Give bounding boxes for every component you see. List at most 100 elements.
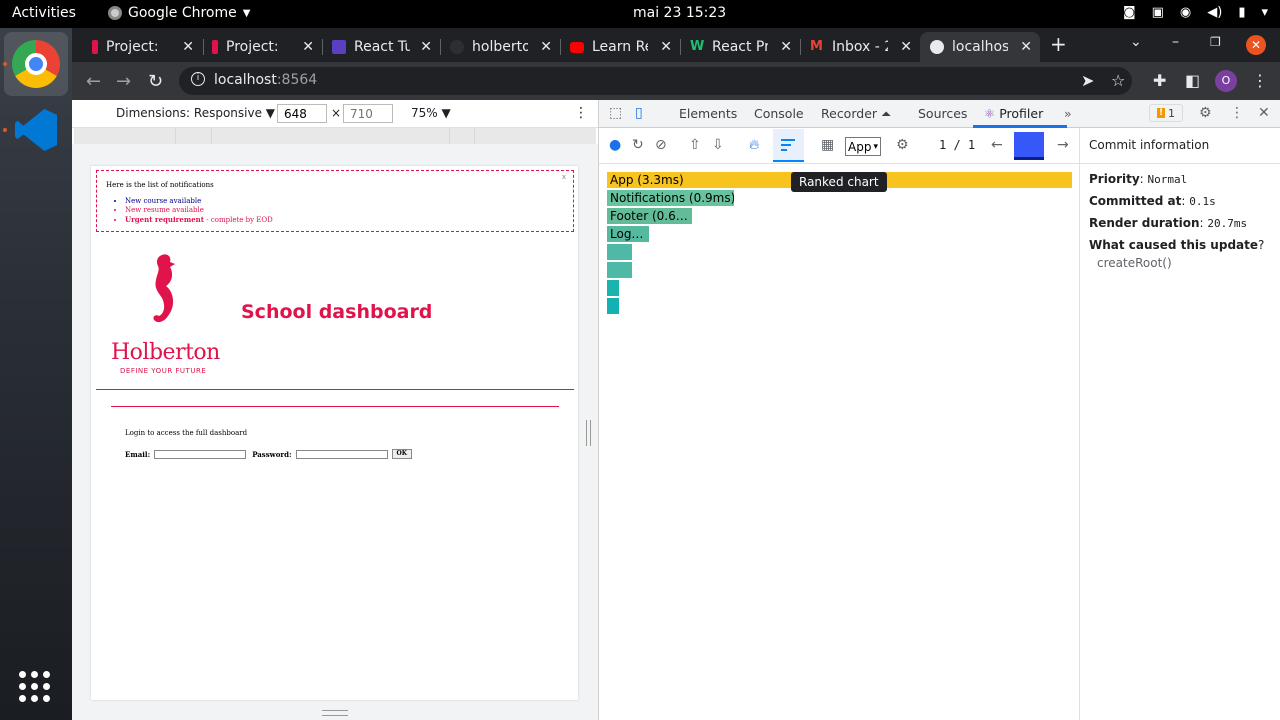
discord-tray-icon[interactable]: ◙: [1123, 5, 1136, 20]
reload-icon[interactable]: ↻: [148, 71, 163, 92]
tab-recorder[interactable]: Recorder ⏶: [821, 106, 891, 122]
ok-button[interactable]: OK: [391, 449, 412, 459]
tooltip: Ranked chart: [791, 172, 887, 192]
clock[interactable]: mai 23 15:23: [633, 5, 726, 21]
resize-handle-bottom[interactable]: [322, 710, 348, 716]
volume-icon[interactable]: ◀): [1207, 5, 1222, 20]
notification-item[interactable]: New resume available: [125, 206, 273, 215]
media-query-bar[interactable]: [74, 128, 596, 144]
commit-bar[interactable]: [1014, 132, 1044, 160]
profiler-settings-icon[interactable]: ⚙: [896, 137, 909, 153]
dimensions-select[interactable]: Dimensions: Responsive ▼: [116, 106, 275, 120]
maximize-icon[interactable]: ❐: [1210, 35, 1221, 49]
notification-item[interactable]: Urgent requirement - complete by EOD: [125, 215, 273, 225]
minimize-icon[interactable]: –: [1172, 34, 1179, 50]
browser-tab[interactable]: Learn Re ✕: [560, 32, 680, 62]
next-commit-icon[interactable]: →: [1057, 137, 1069, 153]
resize-handle-right[interactable]: [586, 420, 591, 446]
browser-tab[interactable]: M Inbox - 2 ✕: [800, 32, 920, 62]
back-icon[interactable]: ←: [86, 71, 101, 92]
record-icon[interactable]: ●: [609, 137, 621, 153]
browser-tab[interactable]: W React Pr ✕: [680, 32, 800, 62]
battery-icon[interactable]: ▮: [1238, 5, 1245, 20]
tab-favicon-icon: [332, 40, 346, 54]
tab-close-icon[interactable]: ✕: [900, 39, 912, 55]
timeline-icon[interactable]: ▦: [821, 137, 834, 153]
flamegraph-icon[interactable]: 🔥︎: [749, 137, 759, 153]
inspect-element-icon[interactable]: ⬚: [609, 105, 622, 121]
browser-tab[interactable]: holberto ✕: [440, 32, 560, 62]
forward-icon[interactable]: →: [116, 71, 131, 92]
chrome-menu-icon[interactable]: ⋮: [1252, 71, 1268, 90]
device-more-icon[interactable]: ⋮: [574, 105, 588, 121]
reload-profile-icon[interactable]: ↻: [632, 137, 644, 153]
tab-close-icon[interactable]: ✕: [1020, 39, 1032, 55]
ranked-bar[interactable]: [607, 262, 632, 278]
email-field[interactable]: [154, 449, 247, 459]
system-tray[interactable]: ◙ ▣ ◉ ◀) ▮ ▾: [1123, 5, 1268, 20]
ranked-bar[interactable]: [607, 280, 619, 296]
running-indicator: [3, 128, 7, 132]
notification-item[interactable]: New course available: [125, 197, 273, 206]
tab-close-icon[interactable]: ✕: [540, 39, 552, 55]
devtools-settings-icon[interactable]: ⚙: [1199, 105, 1212, 121]
tab-sources[interactable]: Sources: [918, 106, 967, 121]
close-notifications-button[interactable]: x: [562, 173, 566, 181]
height-input[interactable]: [343, 104, 393, 123]
side-panel-icon[interactable]: ◧: [1185, 71, 1200, 90]
tab-close-icon[interactable]: ✕: [182, 39, 194, 55]
ranked-bar[interactable]: Log…: [607, 226, 649, 242]
cause-value[interactable]: createRoot(): [1097, 256, 1172, 270]
tab-close-icon[interactable]: ✕: [420, 39, 432, 55]
activities-button[interactable]: Activities: [12, 5, 76, 21]
app-menu[interactable]: Google Chrome ▼: [108, 5, 250, 21]
window-close-icon[interactable]: ✕: [1246, 35, 1266, 55]
power-menu-icon[interactable]: ▾: [1261, 5, 1268, 20]
load-profile-icon[interactable]: ⇧: [689, 137, 701, 153]
clear-icon[interactable]: ⊘: [655, 137, 667, 153]
app-menu-label: Google Chrome: [128, 5, 237, 21]
ranked-chart-button[interactable]: [773, 129, 804, 162]
profile-avatar[interactable]: O: [1215, 70, 1237, 92]
bookmark-star-icon[interactable]: ☆: [1111, 71, 1125, 90]
issues-badge[interactable]: ! 1: [1149, 104, 1183, 122]
wifi-icon[interactable]: ◉: [1180, 5, 1191, 20]
tab-console[interactable]: Console: [754, 106, 804, 121]
tab-close-icon[interactable]: ✕: [302, 39, 314, 55]
zoom-select[interactable]: 75% ▼: [411, 106, 451, 120]
device-toggle-icon[interactable]: ▯: [635, 105, 643, 121]
tab-search-icon[interactable]: ⌄: [1130, 34, 1142, 50]
ranked-bar[interactable]: Notifications (0.9ms): [607, 190, 734, 206]
save-profile-icon[interactable]: ⇩: [712, 137, 724, 153]
browser-tab-active[interactable]: localhos ✕: [920, 32, 1040, 62]
address-bar[interactable]: i localhost:8564 ➤ ☆: [179, 67, 1132, 95]
site-info-icon[interactable]: i: [191, 72, 205, 86]
browser-tab[interactable]: Project: ✕: [82, 32, 202, 62]
tab-close-icon[interactable]: ✕: [660, 39, 672, 55]
show-apps-icon[interactable]: [19, 671, 50, 702]
devtools-more-icon[interactable]: ⋮: [1230, 105, 1244, 121]
tab-elements[interactable]: Elements: [679, 106, 737, 121]
tab-profiler[interactable]: ⚛ Profiler: [984, 106, 1043, 121]
browser-tab[interactable]: React Tu ✕: [322, 32, 440, 62]
browser-tab[interactable]: Project: ✕: [202, 32, 322, 62]
prev-commit-icon[interactable]: ←: [991, 137, 1003, 153]
send-tab-icon[interactable]: ➤: [1081, 71, 1094, 90]
password-field[interactable]: [295, 449, 388, 459]
body-divider: [111, 406, 559, 407]
devtools-close-icon[interactable]: ✕: [1258, 105, 1270, 121]
more-tabs-icon[interactable]: »: [1064, 106, 1072, 121]
new-tab-icon[interactable]: +: [1050, 32, 1067, 56]
dock-chrome[interactable]: [4, 32, 68, 96]
ranked-bar[interactable]: [607, 244, 632, 260]
dock-vscode[interactable]: [4, 98, 68, 162]
extensions-icon[interactable]: ✚: [1153, 71, 1166, 90]
youtube-icon: [570, 41, 584, 53]
tab-close-icon[interactable]: ✕: [780, 39, 792, 55]
ranked-bar[interactable]: Footer (0.6…: [607, 208, 692, 224]
ranked-bar[interactable]: [607, 298, 619, 314]
screen-tray-icon[interactable]: ▣: [1152, 5, 1164, 20]
urgent-strong: Urgent requirement: [125, 215, 205, 224]
width-input[interactable]: [277, 104, 327, 123]
root-select[interactable]: App ▾: [845, 137, 881, 156]
